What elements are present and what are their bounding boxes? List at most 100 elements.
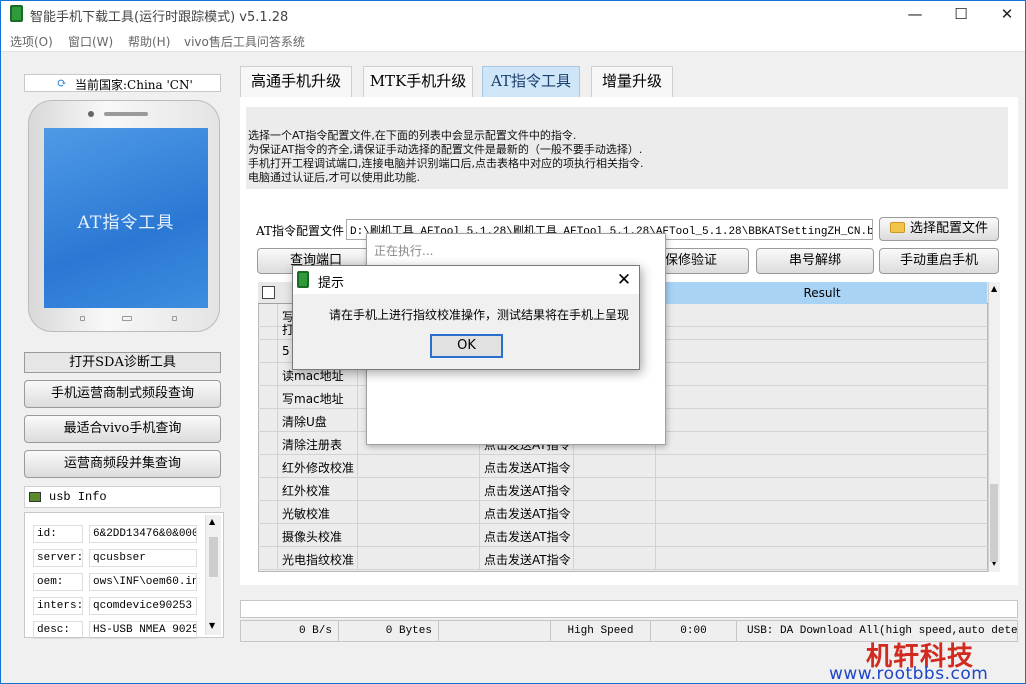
folder-icon — [889, 222, 905, 233]
phone-home-key — [122, 316, 132, 321]
phone-menu-key — [80, 316, 85, 321]
imei-unbind-button[interactable]: 串号解绑 — [756, 248, 874, 274]
command-param — [358, 455, 480, 478]
tab-at-command[interactable]: AT指令工具 — [482, 66, 580, 97]
row-marker — [258, 478, 278, 501]
menu-vivo-qa[interactable]: vivo售后工具问答系统 — [184, 33, 305, 50]
tip-dialog-titlebar — [293, 266, 639, 294]
table-row[interactable]: 红外修改校准 点击发送AT指令 — [258, 455, 988, 478]
row-marker — [258, 432, 278, 455]
command-param — [358, 501, 480, 524]
command-name[interactable]: 红外校准 — [278, 478, 358, 501]
table-scroll-thumb[interactable] — [990, 484, 998, 562]
info-value[interactable]: qcusbser — [89, 549, 197, 567]
tab-qualcomm-upgrade[interactable]: 高通手机升级 — [240, 66, 352, 97]
command-action[interactable]: 点击发送AT指令 — [480, 501, 574, 524]
info-value[interactable]: 6&2DD13476&0&0003 — [89, 525, 197, 543]
row-marker — [258, 409, 278, 432]
scroll-thumb[interactable] — [209, 537, 218, 577]
tip-dialog-message: 请在手机上进行指纹校准操作，测试结果将在手机上呈现 — [329, 308, 630, 322]
status-time: 0:00 — [651, 621, 737, 641]
result-column-header: Result — [656, 282, 987, 304]
executing-title: 正在执行... — [374, 244, 434, 258]
refresh-icon: ⟳ — [57, 76, 68, 90]
best-vivo-phone-button[interactable]: 最适合vivo手机查询 — [24, 415, 221, 443]
menu-options[interactable]: 选项(O) — [10, 33, 53, 50]
row-marker — [258, 547, 278, 570]
command-name[interactable]: 清除注册表 — [278, 432, 358, 455]
tab-mtk-upgrade[interactable]: MTK手机升级 — [363, 66, 473, 97]
command-name[interactable]: 清除U盘 — [278, 409, 358, 432]
info-value[interactable]: HS-USB NMEA 9025 — [89, 621, 197, 639]
command-action[interactable]: 点击发送AT指令 — [480, 478, 574, 501]
command-action[interactable]: 点击发送AT指令 — [480, 455, 574, 478]
command-name[interactable]: 光敏校准 — [278, 501, 358, 524]
menu-window[interactable]: 窗口(W) — [68, 33, 113, 50]
ok-button[interactable]: OK — [430, 334, 503, 358]
row-marker — [258, 455, 278, 478]
menu-bar: 选项(O) 窗口(W) 帮助(H) vivo售后工具问答系统 — [0, 28, 1026, 52]
usb-info-panel: id: 6&2DD13476&0&0003 server: qcusbser o… — [24, 512, 224, 639]
status-blank — [439, 621, 551, 641]
app-icon — [10, 5, 23, 22]
menu-help[interactable]: 帮助(H) — [128, 33, 170, 50]
info-value[interactable]: qcomdevice90253 — [89, 597, 197, 615]
command-param — [358, 524, 480, 547]
tab-incremental-upgrade[interactable]: 增量升级 — [591, 66, 673, 97]
select-config-label: 选择配置文件 — [909, 221, 988, 236]
status-speed: 0 B/s — [241, 621, 339, 641]
scroll-up-icon[interactable]: ▲ — [991, 284, 997, 293]
select-all-checkbox[interactable] — [262, 286, 275, 299]
usb-icon — [29, 492, 41, 502]
phone-back-key — [172, 316, 177, 321]
command-action[interactable]: 点击发送AT指令 — [480, 547, 574, 570]
row-marker — [258, 363, 278, 386]
select-config-button[interactable]: 选择配置文件 — [879, 217, 999, 241]
usb-info-header: usb Info — [24, 486, 221, 508]
table-row[interactable]: 光电指纹校准 点击发送AT指令 — [258, 547, 988, 570]
command-extra — [574, 501, 656, 524]
command-name[interactable]: 写mac地址 — [278, 386, 358, 409]
close-button[interactable]: ✕ — [984, 0, 1026, 28]
phone-screen-label: AT指令工具 — [77, 213, 175, 233]
carrier-band-query-button[interactable]: 手机运营商制式频段查询 — [24, 380, 221, 408]
status-mode: High Speed — [551, 621, 651, 641]
row-marker — [258, 340, 278, 363]
usb-info-title: usb Info — [49, 490, 107, 504]
info-label: inters: — [33, 597, 83, 615]
title-bar: 智能手机下载工具(运行时跟踪模式) v5.1.28 — ☐ ✕ — [0, 0, 1026, 28]
tip-dialog-title: 提示 — [318, 276, 345, 291]
command-name[interactable]: 摄像头校准 — [278, 524, 358, 547]
command-action[interactable]: 点击发送AT指令 — [480, 524, 574, 547]
open-sda-button[interactable]: 打开SDA诊断工具 — [24, 352, 221, 373]
command-name[interactable]: 光电指纹校准 — [278, 547, 358, 570]
carrier-band-union-button[interactable]: 运营商频段并集查询 — [24, 450, 221, 478]
command-extra — [574, 524, 656, 547]
minimize-button[interactable]: — — [892, 0, 938, 28]
maximize-button[interactable]: ☐ — [938, 0, 984, 28]
info-label: server: — [33, 549, 83, 567]
info-scrollbar[interactable]: ▲ ▼ — [205, 515, 221, 635]
command-name[interactable]: 红外修改校准 — [278, 455, 358, 478]
window-title: 智能手机下载工具(运行时跟踪模式) v5.1.28 — [30, 10, 289, 25]
phone-camera — [88, 111, 94, 117]
command-param — [358, 547, 480, 570]
scroll-down-icon[interactable]: ▼ — [209, 621, 215, 630]
manual-reboot-button[interactable]: 手动重启手机 — [879, 248, 999, 274]
info-label: desc: — [33, 621, 83, 639]
phone-speaker — [104, 112, 148, 116]
config-file-label: AT指令配置文件 — [256, 224, 345, 238]
row-marker — [258, 524, 278, 547]
close-icon[interactable]: ✕ — [612, 267, 636, 293]
command-extra — [574, 455, 656, 478]
table-row[interactable]: 红外校准 点击发送AT指令 — [258, 478, 988, 501]
info-label: id: — [33, 525, 83, 543]
command-extra — [574, 478, 656, 501]
info-value[interactable]: ows\INF\oem60.inf — [89, 573, 197, 591]
row-marker — [258, 317, 278, 340]
table-row[interactable]: 光敏校准 点击发送AT指令 — [258, 501, 988, 524]
table-row[interactable]: 摄像头校准 点击发送AT指令 — [258, 524, 988, 547]
command-param — [358, 478, 480, 501]
row-marker — [258, 501, 278, 524]
scroll-up-icon[interactable]: ▲ — [209, 517, 215, 526]
